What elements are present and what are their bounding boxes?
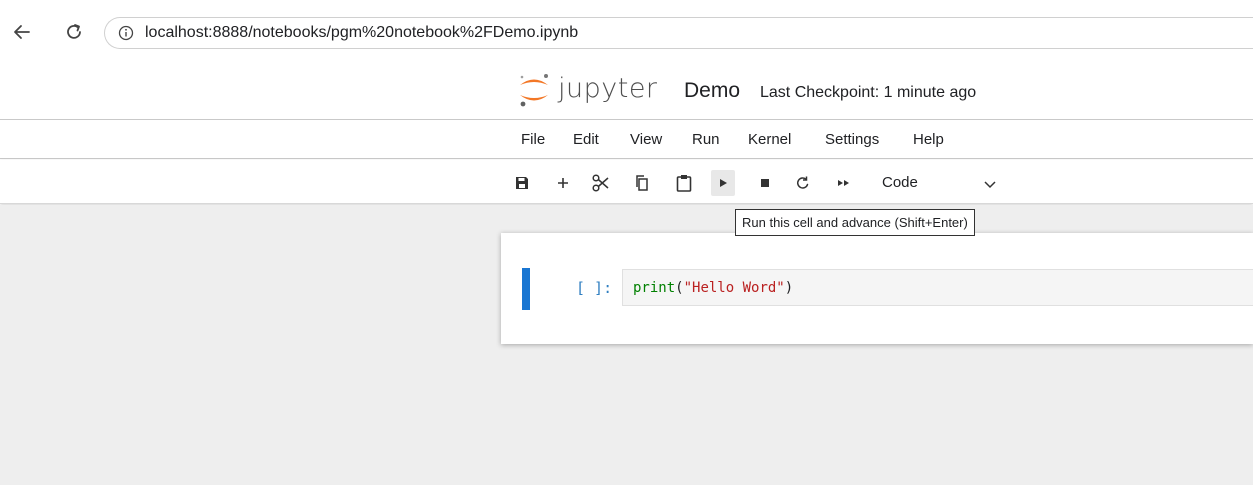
jupyter-logo-text: jupyter — [558, 73, 658, 104]
checkpoint-status: Last Checkpoint: 1 minute ago — [760, 84, 977, 101]
copy-icon — [636, 175, 648, 191]
menu-run[interactable]: Run — [692, 131, 720, 148]
code-punct-close: ) — [784, 280, 794, 296]
code-builtin: print — [633, 280, 676, 296]
jupyter-logo-icon[interactable] — [517, 72, 551, 108]
restart-kernel-button[interactable] — [791, 170, 815, 196]
info-icon[interactable] — [117, 24, 135, 42]
menu-edit[interactable]: Edit — [573, 131, 599, 148]
chevron-down-icon[interactable] — [982, 176, 998, 192]
interrupt-kernel-button[interactable] — [753, 170, 777, 196]
cell-collapser[interactable] — [522, 268, 530, 310]
reload-button[interactable] — [62, 20, 86, 44]
menu-bar — [0, 121, 1253, 159]
url-text: localhost:8888/notebooks/pgm%20notebook%… — [145, 24, 579, 41]
cell-type-select[interactable]: Code — [882, 174, 918, 191]
code-punct-open: ( — [675, 280, 684, 296]
copy-button[interactable] — [630, 170, 654, 196]
add-cell-icon — [558, 178, 568, 188]
menu-view[interactable]: View — [630, 131, 662, 148]
cut-button[interactable] — [589, 170, 613, 196]
run-cell-tooltip: Run this cell and advance (Shift+Enter) — [735, 209, 975, 236]
code-string: "Hello Word" — [683, 280, 785, 296]
save-button[interactable] — [510, 170, 534, 196]
reload-icon — [67, 24, 81, 39]
menu-help[interactable]: Help — [913, 131, 944, 148]
restart-icon — [797, 176, 809, 189]
notebook-title[interactable]: Demo — [684, 79, 740, 103]
back-button[interactable] — [10, 20, 34, 44]
run-all-icon — [838, 180, 849, 186]
menu-settings[interactable]: Settings — [825, 131, 879, 148]
menu-file[interactable]: File — [521, 131, 545, 148]
cut-icon — [592, 174, 609, 192]
run-all-button[interactable] — [832, 170, 856, 196]
notebook-toolbar — [0, 160, 1253, 204]
add-cell-button[interactable] — [551, 170, 575, 196]
run-cell-button[interactable] — [711, 170, 735, 196]
address-bar[interactable]: localhost:8888/notebooks/pgm%20notebook%… — [104, 17, 1253, 49]
stop-icon — [761, 179, 769, 187]
save-icon — [516, 177, 528, 189]
paste-icon — [676, 175, 692, 192]
input-prompt: [ ]: — [576, 279, 613, 297]
arrow-left-icon — [14, 25, 30, 39]
run-icon — [720, 179, 727, 187]
paste-button[interactable] — [672, 170, 696, 196]
code-line: print("Hello Word") — [633, 280, 793, 296]
menu-kernel[interactable]: Kernel — [748, 131, 791, 148]
